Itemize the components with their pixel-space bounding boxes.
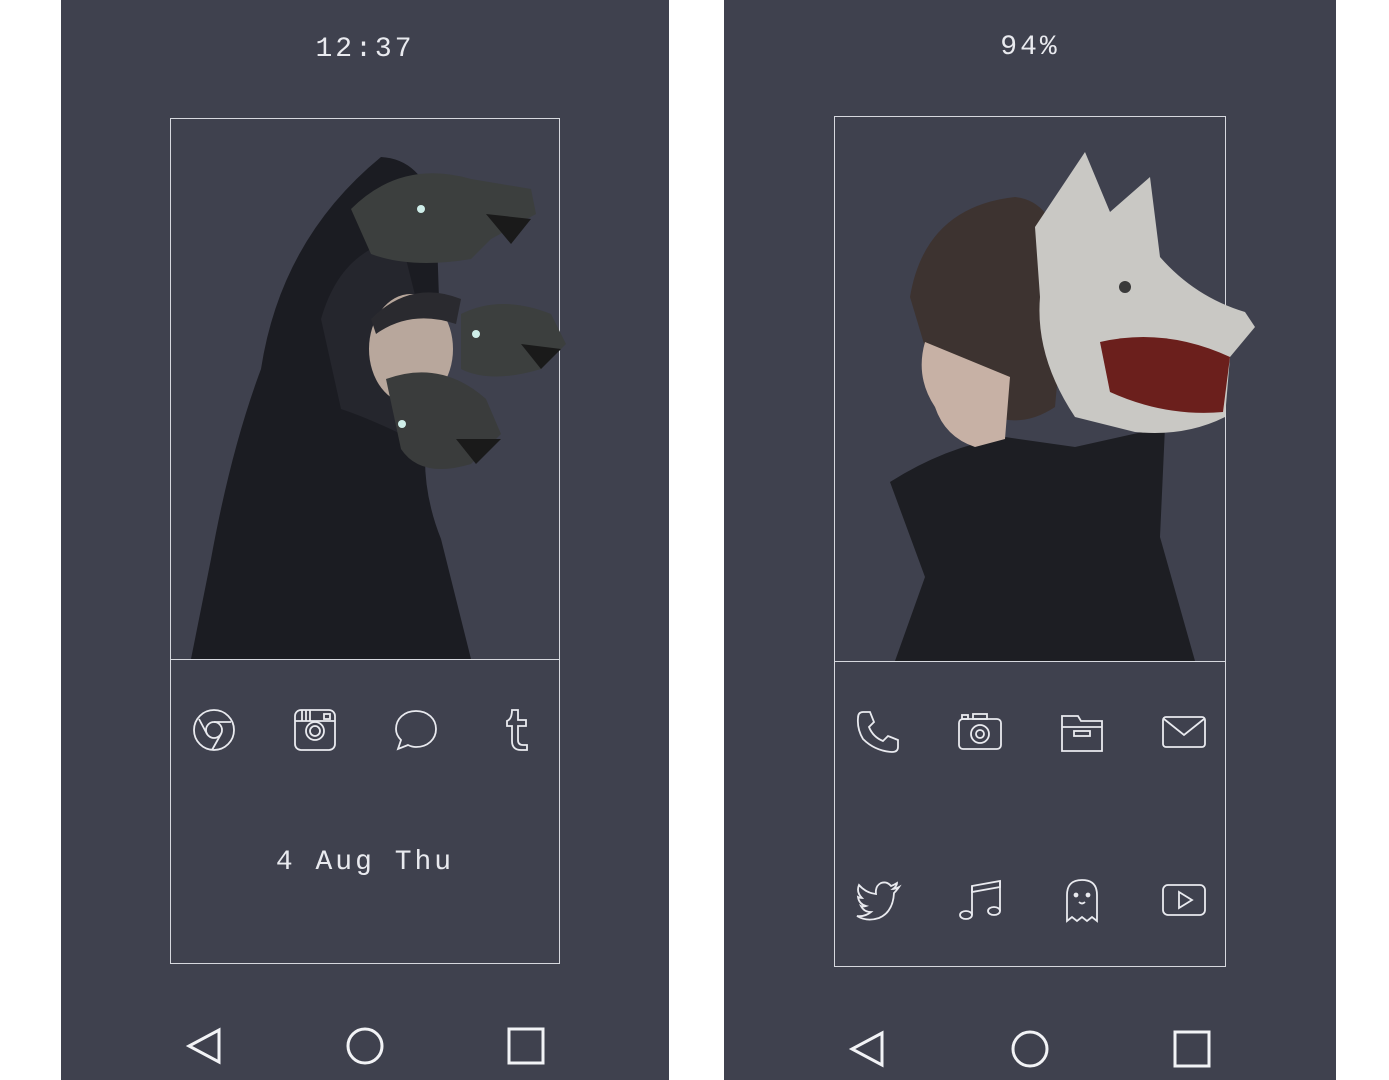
widget-frame [834, 116, 1255, 967]
left-phone-screen: 12:37 4 Aug Thu [61, 0, 669, 1080]
home-icon[interactable] [1008, 1027, 1052, 1071]
folder-icon[interactable] [1059, 709, 1105, 755]
mail-icon[interactable] [1161, 709, 1207, 755]
widget-frame: 4 Aug Thu [170, 118, 566, 964]
back-icon[interactable] [846, 1027, 890, 1071]
twitter-icon[interactable] [855, 877, 902, 923]
clock: 12:37 [315, 34, 415, 65]
chat-bubble-icon[interactable] [393, 707, 439, 753]
recents-icon[interactable] [1170, 1027, 1214, 1071]
phone-icon[interactable] [855, 709, 901, 755]
ghost-icon[interactable] [1059, 877, 1105, 923]
date-label: 4 Aug Thu [275, 847, 455, 878]
wallpaper-image [835, 117, 1255, 661]
chrome-icon[interactable] [191, 707, 237, 753]
instagram-icon[interactable] [292, 707, 338, 753]
home-icon[interactable] [343, 1024, 387, 1068]
frame-divider [835, 661, 1225, 662]
recents-icon[interactable] [504, 1024, 548, 1068]
tumblr-icon[interactable] [494, 707, 540, 753]
music-icon[interactable] [957, 877, 1003, 923]
youtube-icon[interactable] [1161, 877, 1207, 923]
back-icon[interactable] [183, 1024, 227, 1068]
battery-percent: 94% [1000, 32, 1060, 63]
wallpaper-image [171, 119, 566, 659]
frame-divider [171, 659, 559, 660]
camera-icon[interactable] [957, 709, 1003, 755]
right-phone-screen: 94% [724, 0, 1336, 1080]
